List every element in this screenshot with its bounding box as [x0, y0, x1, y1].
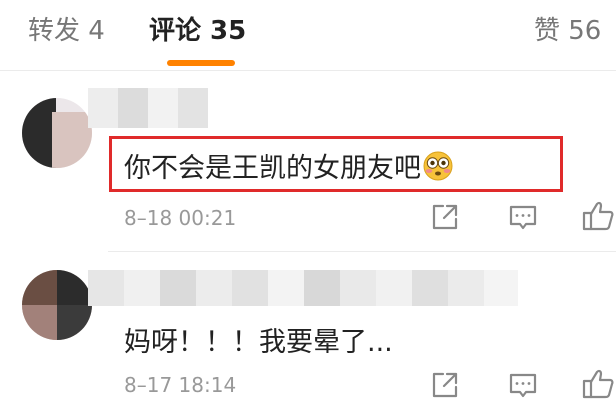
- comment-tabs: 转发 4 评论 35 赞 56: [0, 0, 616, 68]
- comment-body: 你不会是王凯的女朋友吧: [124, 153, 421, 184]
- comment-text: 你不会是王凯的女朋友吧: [124, 146, 453, 188]
- tab-comments[interactable]: 评论 35: [149, 10, 246, 47]
- tab-likes[interactable]: 赞 56: [534, 10, 601, 47]
- active-tab-indicator: [167, 60, 235, 66]
- username-redacted: [88, 270, 518, 306]
- thumbs-up-icon[interactable]: [580, 366, 616, 400]
- comment-timestamp: 8–17 18:14: [124, 373, 237, 397]
- flushed-face-icon: [423, 151, 453, 188]
- comment-icon[interactable]: [506, 368, 540, 402]
- share-icon[interactable]: [428, 368, 462, 402]
- avatar[interactable]: [22, 270, 92, 340]
- tab-repost[interactable]: 转发 4: [28, 10, 105, 47]
- comment-text: 妈呀！！！我要晕了...: [124, 327, 393, 358]
- avatar[interactable]: [22, 98, 92, 168]
- username-redacted: [88, 88, 208, 128]
- comment-divider: [108, 251, 616, 252]
- comment-timestamp: 8–18 00:21: [124, 206, 237, 230]
- thumbs-up-icon[interactable]: [580, 198, 616, 232]
- share-icon[interactable]: [428, 200, 462, 234]
- tabs-divider: [0, 70, 616, 71]
- comment-icon[interactable]: [506, 200, 540, 234]
